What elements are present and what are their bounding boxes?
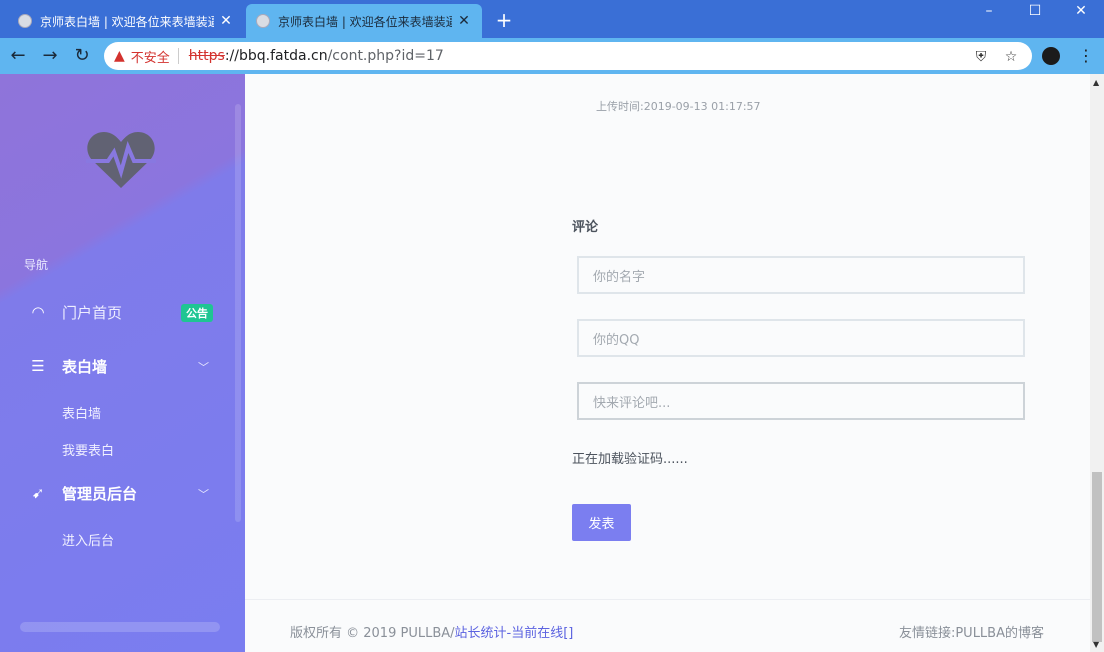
shield-blocked-icon[interactable]: ⛨ <box>972 48 990 66</box>
forward-button[interactable]: → <box>38 44 62 68</box>
sidebar-item-label: 管理员后台 <box>62 484 138 503</box>
sidebar-item-label: 门户首页 <box>62 303 123 322</box>
new-tab-button[interactable]: + <box>492 8 516 32</box>
submit-comment-button[interactable]: 发表 <box>572 504 631 541</box>
browser-tab-2[interactable]: 京师表白墙 | 欢迎各位来表墙装逼 ✕ <box>246 4 482 38</box>
minimize-window-button[interactable]: – <box>966 0 1012 24</box>
divider <box>177 48 179 64</box>
page-scrollbar[interactable]: ▲ ▼ <box>1090 74 1104 652</box>
site-favicon-icon <box>18 14 32 28</box>
browser-menu-icon[interactable]: ⋮ <box>1078 46 1094 65</box>
tab-title: 京师表白墙 | 欢迎各位来表墙装逼 <box>40 14 214 29</box>
insecure-label: 不安全 <box>130 50 170 66</box>
captcha-status: 正在加载验证码...... <box>572 452 688 467</box>
sidebar-item-wall[interactable]: ☰ 表白墙 ﹀ <box>0 348 235 384</box>
sidebar-item-label: 表白墙 <box>62 357 108 376</box>
online-count-link[interactable]: -当前在线[] <box>507 626 574 641</box>
browser-tab-bar: 京师表白墙 | 欢迎各位来表墙装逼 ✕ 京师表白墙 | 欢迎各位来表墙装逼 ✕ … <box>0 0 1104 38</box>
comment-section-title: 评论 <box>572 220 599 235</box>
heartbeat-logo-icon <box>86 132 156 188</box>
scroll-up-icon[interactable]: ▲ <box>1093 78 1099 87</box>
sidebar-scrollbar[interactable] <box>235 104 241 522</box>
sidebar-subitem-confess[interactable]: 我要表白 <box>62 440 114 459</box>
url-path: /cont.php?id=17 <box>327 48 444 64</box>
list-icon: ☰ <box>31 357 45 375</box>
address-bar[interactable]: ▲ 不安全 https://bbq.fatda.cn/cont.php?id=1… <box>104 42 1032 70</box>
qq-input[interactable]: 你的QQ <box>577 319 1025 357</box>
maximize-window-button[interactable]: ☐ <box>1012 0 1058 24</box>
scroll-down-icon[interactable]: ▼ <box>1093 640 1099 649</box>
profile-avatar-icon[interactable] <box>1042 47 1060 65</box>
back-button[interactable]: ← <box>6 44 30 68</box>
friend-links[interactable]: 友情链接:PULLBA的博客 <box>899 622 1044 641</box>
stats-link[interactable]: 站长统计 <box>455 626 507 641</box>
chevron-down-icon: ﹀ <box>198 488 209 501</box>
sidebar-item-admin[interactable]: ➹ 管理员后台 ﹀ <box>0 475 235 511</box>
sidebar-bottom-bar <box>20 622 220 632</box>
nav-heading: 导航 <box>24 258 49 272</box>
close-tab-icon[interactable]: ✕ <box>218 13 234 29</box>
site-favicon-icon <box>256 14 270 28</box>
chevron-down-icon: ﹀ <box>198 361 209 374</box>
bookmark-star-icon[interactable]: ☆ <box>1002 48 1020 66</box>
close-tab-icon[interactable]: ✕ <box>456 13 472 29</box>
warning-icon: ▲ <box>114 48 125 64</box>
sidebar: 导航 ◠ 门户首页 公告 ☰ 表白墙 ﹀ 表白墙 我要表白 ➹ 管理员后台 ﹀ … <box>0 74 245 652</box>
name-input[interactable]: 你的名字 <box>577 256 1025 294</box>
url-scheme: https <box>188 48 225 64</box>
copyright-text: 版权所有 © 2019 PULLBA/ <box>290 626 455 641</box>
reload-button[interactable]: ↻ <box>70 44 94 68</box>
gauge-icon: ◠ <box>31 303 45 321</box>
upload-time: 上传时间:2019-09-13 01:17:57 <box>596 100 761 113</box>
tab-title: 京师表白墙 | 欢迎各位来表墙装逼 <box>278 14 452 29</box>
sidebar-item-home[interactable]: ◠ 门户首页 公告 <box>0 294 235 330</box>
sidebar-subitem-wall[interactable]: 表白墙 <box>62 403 101 422</box>
sidebar-subitem-enter-admin[interactable]: 进入后台 <box>62 530 114 549</box>
browser-toolbar: ← → ↻ ▲ 不安全 https://bbq.fatda.cn/cont.ph… <box>0 38 1104 74</box>
footer: 版权所有 © 2019 PULLBA/站长统计-当前在线[] 友情链接:PULL… <box>245 599 1090 652</box>
url-host: ://bbq.fatda.cn <box>224 48 328 64</box>
browser-tab-1[interactable]: 京师表白墙 | 欢迎各位来表墙装逼 ✕ <box>8 4 244 38</box>
copyright: 版权所有 © 2019 PULLBA/站长统计-当前在线[] <box>290 622 573 641</box>
close-window-button[interactable]: ✕ <box>1058 0 1104 24</box>
scrollbar-thumb[interactable] <box>1092 472 1102 642</box>
comment-input[interactable]: 快来评论吧... <box>577 382 1025 420</box>
announcement-badge: 公告 <box>181 304 213 322</box>
main-content: 上传时间:2019-09-13 01:17:57 评论 你的名字 你的QQ 快来… <box>245 74 1090 652</box>
rocket-icon: ➹ <box>31 484 45 502</box>
